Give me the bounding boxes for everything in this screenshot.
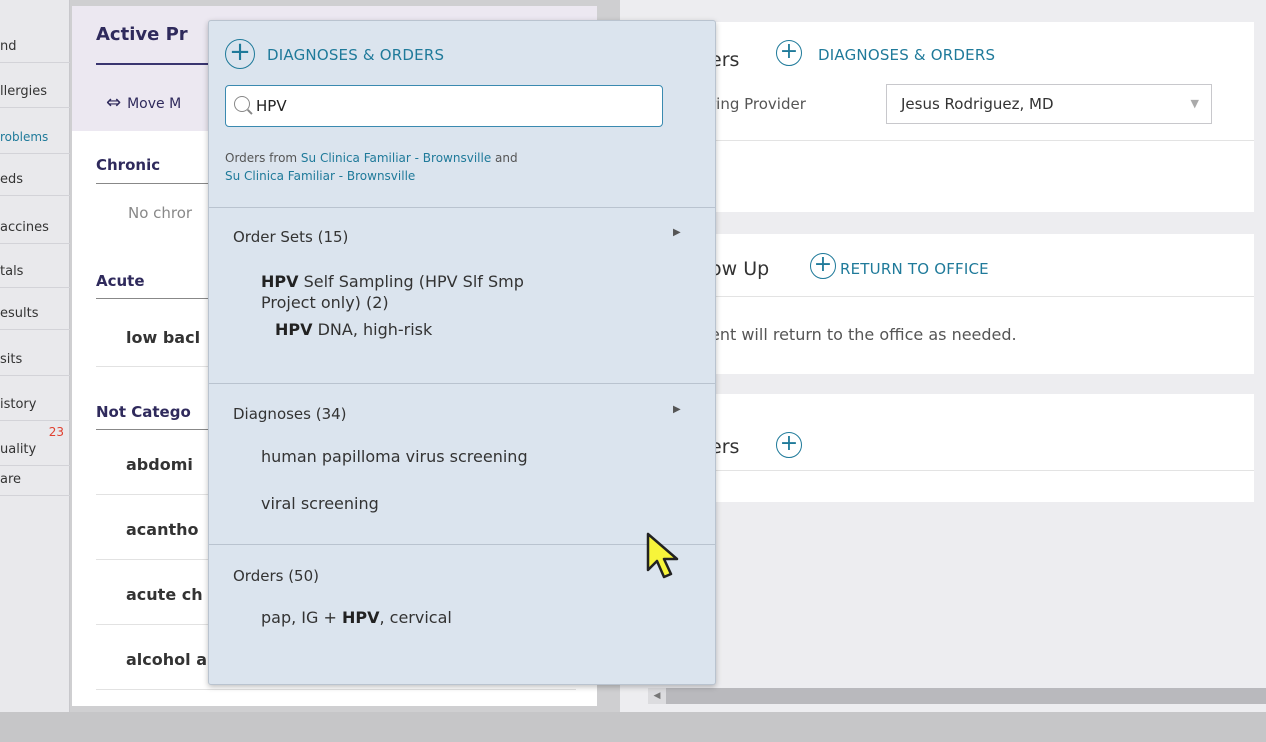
problem-item[interactable]: abdomi [126,455,193,474]
ordering-provider-label: ring Provider [710,95,806,113]
nav-item-vaccines[interactable]: accines [0,211,70,244]
diagnoses-orders-dropdown: + DIAGNOSES & ORDERS Orders from Su Clin… [208,20,716,685]
ordering-provider-value: Jesus Rodriguez, MD [901,95,1054,113]
clinic-link[interactable]: Su Clinica Familiar - Brownsville [301,151,491,165]
move-button[interactable]: ⇔ Move M [106,92,181,113]
divider [704,470,1254,471]
nav-item-history[interactable]: istory [0,388,70,421]
nav-item-label: nd [0,39,17,54]
divider [209,544,715,545]
chronic-heading: Chronic [96,156,161,174]
problem-item[interactable]: acantho [126,520,199,539]
note-text: Orders from [225,151,301,165]
nav-item-label: tals [0,264,24,279]
divider [96,429,216,430]
note-text: and [491,151,518,165]
scroll-left-icon[interactable]: ◀ [648,688,666,704]
add-other-icon[interactable]: + [776,432,802,458]
nav-item-label: llergies [0,84,47,99]
bottom-bar [0,712,1266,742]
divider [704,296,1254,297]
chronic-empty-text: No chror [128,204,193,222]
orders-source-note: Orders from Su Clinica Familiar - Browns… [225,149,685,185]
add-diagnosis-order-icon[interactable]: + [776,40,802,66]
mouse-cursor-icon [646,532,679,579]
nav-item-label: accines [0,220,49,235]
divider [209,207,715,208]
left-nav: nd llergies roblems eds accines tals esu… [0,0,70,712]
nav-item-label: uality [0,442,37,457]
nav-item-visits[interactable]: sits [0,343,70,376]
nav-item-vitals[interactable]: tals [0,255,70,288]
nav-item-label: eds [0,172,24,187]
diagnosis-item[interactable]: human papilloma virus screening [261,446,528,467]
divider [96,298,216,299]
nav-item-brand[interactable]: nd [0,30,70,63]
follow-up-title: ow Up [710,258,770,280]
nav-item-label: istory [0,397,37,412]
divider [704,140,1254,141]
chevron-down-icon: ▼ [1190,97,1199,110]
nav-item-label: sits [0,352,23,367]
order-set-subitem[interactable]: HPV DNA, high-risk [275,319,432,340]
nav-item-label: are [0,472,22,487]
quality-count-badge: 23 [48,425,64,439]
orders-heading[interactable]: Orders (50) [233,567,319,585]
nav-item-quality[interactable]: uality 23 [0,425,70,466]
not-categorized-heading: Not Catego [96,403,191,421]
search-box[interactable] [225,85,663,127]
nav-item-problems[interactable]: roblems [0,121,70,154]
active-problems-title: Active Pr [96,24,188,45]
divider [96,689,576,690]
diagnoses-heading[interactable]: Diagnoses (34) [233,405,347,423]
ordering-provider-select[interactable]: Jesus Rodriguez, MD ▼ [886,84,1212,124]
order-sets-heading[interactable]: Order Sets (15) [233,228,348,246]
nav-item-results[interactable]: esults [0,297,70,330]
problem-item[interactable]: low bacl [126,328,200,347]
search-icon [234,96,250,112]
follow-up-text: ent will return to the office as needed. [710,325,1017,344]
order-set-item[interactable]: HPV Self Sampling (HPV Slf Smp [261,271,524,292]
order-item[interactable]: pap, IG + HPV, cervical [261,607,452,628]
divider [96,183,216,184]
move-label: Move M [127,96,182,112]
right-panel: ers + DIAGNOSES & ORDERS ring Provider J… [620,0,1266,712]
nav-item-care[interactable]: are [0,463,70,496]
add-follow-up-icon[interactable]: + [810,253,836,279]
diagnosis-item[interactable]: viral screening [261,493,379,514]
add-icon[interactable]: + [225,39,255,69]
nav-item-label: roblems [0,130,49,144]
chevron-right-icon[interactable]: ▶ [673,227,681,238]
diagnoses-orders-link[interactable]: DIAGNOSES & ORDERS [818,46,995,64]
acute-heading: Acute [96,272,145,290]
clinic-link[interactable]: Su Clinica Familiar - Brownsville [225,169,415,183]
search-input[interactable] [256,92,646,120]
nav-item-allergies[interactable]: llergies [0,75,70,108]
chevron-right-icon[interactable]: ▶ [673,404,681,415]
order-set-item-cont[interactable]: Project only) (2) [261,292,389,313]
title-underline [96,63,216,65]
dropdown-title: DIAGNOSES & ORDERS [267,46,445,64]
horizontal-scrollbar[interactable] [648,688,1266,704]
divider [209,383,715,384]
problem-item[interactable]: acute ch [126,585,203,604]
nav-item-meds[interactable]: eds [0,163,70,196]
return-to-office-link[interactable]: RETURN TO OFFICE [840,260,989,278]
move-arrows-icon: ⇔ [106,92,122,113]
problem-item[interactable]: alcohol a [126,650,207,669]
nav-item-label: esults [0,306,39,321]
